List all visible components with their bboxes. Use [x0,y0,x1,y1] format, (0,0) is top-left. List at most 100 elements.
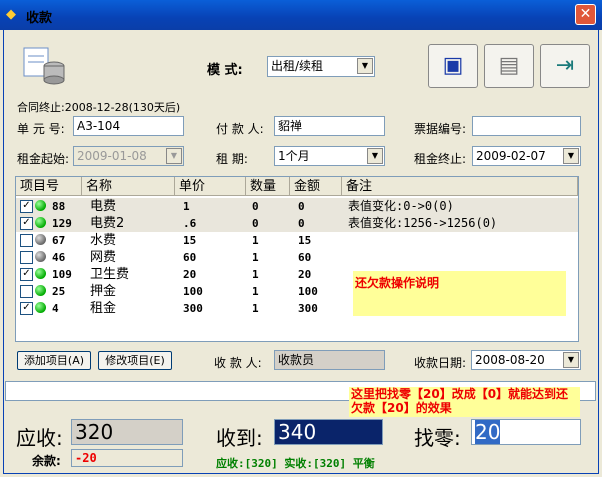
cell-amount: 60 [298,251,312,264]
row-checkbox[interactable] [20,251,33,264]
period-label: 租 期: [216,152,248,166]
row-checkbox[interactable]: ✓ [20,200,33,213]
col-header-amount[interactable]: 金额 [290,177,342,196]
exit-door-icon: ⇥ [555,53,575,78]
balance-label: 余款: [32,454,61,468]
cell-name: 押金 [90,284,117,299]
cell-name: 电费2 [90,216,125,231]
exit-button[interactable]: ⇥ [540,44,590,88]
title-bar [0,0,602,30]
cell-id: 4 [52,302,59,315]
collector-input: 收款员 [274,350,385,370]
ticket-input[interactable] [472,116,581,136]
col-header-price[interactable]: 单价 [175,177,246,196]
print-button[interactable]: ▤ [484,44,534,88]
cell-id: 129 [52,217,72,230]
change-label: 找零: [414,426,461,450]
cell-price: 1 [183,200,190,213]
add-item-button[interactable]: 添加项目(A) [17,351,91,370]
cell-price: 60 [183,251,197,264]
rent-start-dropdown-icon: ▼ [166,148,182,164]
status-dot-icon [35,285,46,296]
status-dot-icon [35,268,46,279]
rent-end-label: 租金终止: [414,152,467,166]
cell-amount: 20 [298,268,312,281]
cell-price: .6 [183,217,197,230]
period-dropdown-icon[interactable]: ▼ [367,148,383,164]
cell-price: 300 [183,302,203,315]
row-checkbox[interactable]: ✓ [20,302,33,315]
tip-note: 这里把找零【20】改成【0】就能达到还欠款【20】的效果 [349,387,580,417]
row-checkbox[interactable]: ✓ [20,268,33,281]
cell-amount: 0 [298,200,305,213]
received-input[interactable]: 340 [274,419,383,445]
cell-amount: 300 [298,302,318,315]
cell-id: 88 [52,200,66,213]
printer-icon: ▤ [498,53,520,78]
cell-id: 46 [52,251,66,264]
cell-price: 15 [183,234,197,247]
cell-name: 水费 [90,233,117,248]
rent-end-dropdown-icon[interactable]: ▼ [563,148,579,164]
row-checkbox[interactable]: ✓ [20,217,33,230]
window-title: 收款 [26,11,53,26]
table-row[interactable]: 46 网费 60 1 60 [16,249,578,266]
ticket-label: 票据编号: [414,122,467,136]
cell-price: 100 [183,285,203,298]
status-dot-icon [35,251,46,262]
close-button[interactable]: ✕ [575,4,596,25]
col-header-note[interactable]: 备注 [342,177,578,196]
cell-name: 卫生费 [90,267,130,282]
cell-qty: 1 [252,268,259,281]
cell-qty: 0 [252,200,259,213]
table-row[interactable]: ✓ 129 电费2 .6 0 0 表值变化:1256->1256(0) [16,215,578,232]
cell-name: 电费 [90,199,117,214]
debt-note: 还欠款操作说明 [353,271,566,316]
receivable-label: 应收: [16,426,63,450]
change-input[interactable]: 20 [471,419,581,445]
received-label: 收到: [216,426,263,450]
table-row[interactable]: ✓ 88 电费 1 0 0 表值变化:0->0(0) [16,198,578,215]
app-icon: ◆ [6,7,16,22]
table-row[interactable]: 67 水费 15 1 15 [16,232,578,249]
unit-input[interactable]: A3-104 [73,116,184,136]
payer-input[interactable]: 貂禅 [274,116,385,136]
floppy-icon: ▣ [442,53,464,78]
balance-value: -20 [71,449,183,467]
cell-name: 租金 [90,301,117,316]
receivable-input: 320 [71,419,183,445]
payer-label: 付 款 人: [216,122,264,136]
cell-qty: 1 [252,302,259,315]
items-table[interactable]: 项目号 名称 单价 数量 金额 备注 ✓ 88 电费 1 0 0 表值变化:0->0(0) ✓… [15,176,579,342]
database-icon [22,44,68,86]
cell-note: 表值变化:0->0(0) [348,199,454,213]
col-header-qty[interactable]: 数量 [246,177,290,196]
cell-amount: 15 [298,234,312,247]
mode-dropdown-icon[interactable]: ▼ [357,58,373,74]
edit-item-button[interactable]: 修改项目(E) [98,351,172,370]
rent-start-label: 租金起始: [17,152,70,166]
cell-id: 67 [52,234,66,247]
status-line: 应收:[320] 实收:[320] 平衡 [216,457,375,470]
collect-date-dropdown-icon[interactable]: ▼ [563,352,579,368]
cell-price: 20 [183,268,197,281]
collect-date-label: 收款日期: [414,356,467,370]
status-dot-icon [35,200,46,211]
collector-label: 收 款 人: [214,356,262,370]
status-dot-icon [35,217,46,228]
cell-name: 网费 [90,250,117,265]
col-header-name[interactable]: 名称 [82,177,175,196]
unit-label: 单 元 号: [17,122,65,136]
save-button[interactable]: ▣ [428,44,478,88]
cell-qty: 1 [252,251,259,264]
cell-id: 25 [52,285,66,298]
cell-qty: 1 [252,234,259,247]
cell-qty: 1 [252,285,259,298]
col-header-id[interactable]: 项目号 [16,177,82,196]
mode-value: 出租/续租 [271,59,324,73]
cell-qty: 0 [252,217,259,230]
cell-id: 109 [52,268,72,281]
row-checkbox[interactable] [20,234,33,247]
row-checkbox[interactable] [20,285,33,298]
cell-amount: 0 [298,217,305,230]
